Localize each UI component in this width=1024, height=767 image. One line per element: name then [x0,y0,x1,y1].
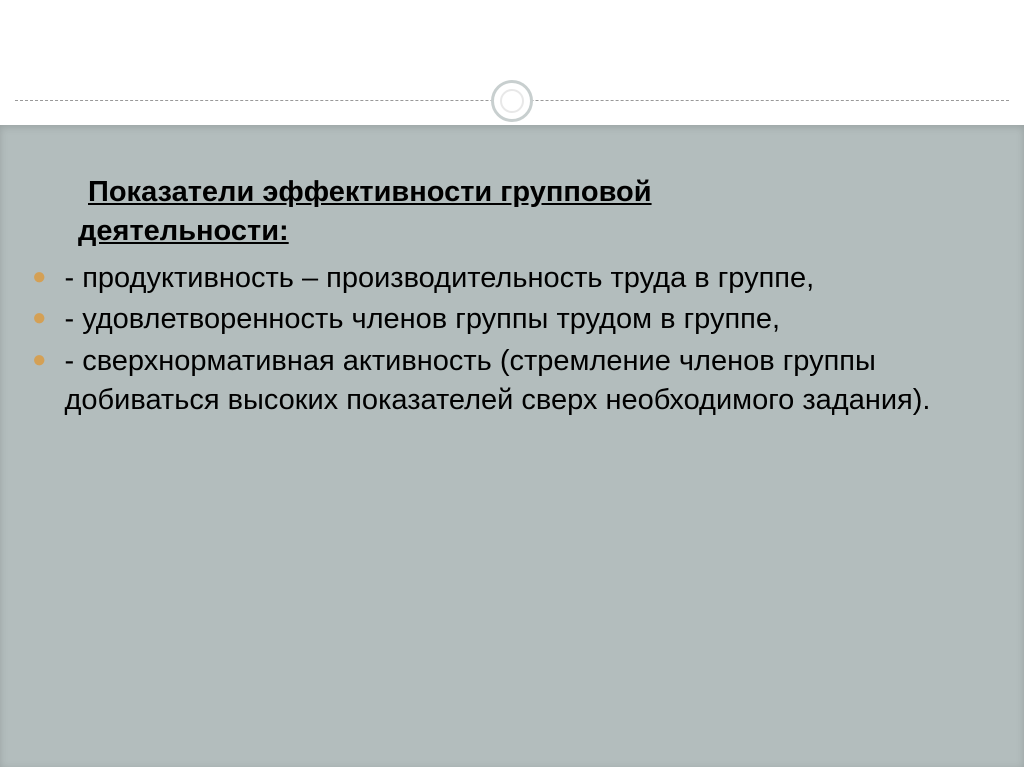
title-line-2: деятельности: [78,215,289,247]
bullet-text: - продуктивность – производительность тр… [65,259,997,298]
bullet-text: - сверхнормативная активность (стремлени… [65,342,997,420]
slide-header [0,0,1024,125]
circle-decoration [491,80,533,122]
bullet-icon: ● [32,259,47,298]
bullet-item: ● - удовлетворенность членов группы труд… [28,300,996,339]
bullet-icon: ● [32,342,47,420]
title-line-1: Показатели эффективности групповой [28,176,652,208]
bullet-icon: ● [32,300,47,339]
bullet-item: ● - продуктивность – производительность … [28,259,996,298]
circle-inner [500,89,524,113]
bullet-text: - удовлетворенность членов группы трудом… [65,300,997,339]
bullet-item: ● - сверхнормативная активность (стремле… [28,342,996,420]
slide-content: Показатели эффективности групповой деяте… [0,125,1024,767]
slide-title: Показатели эффективности групповой деяте… [28,173,996,251]
